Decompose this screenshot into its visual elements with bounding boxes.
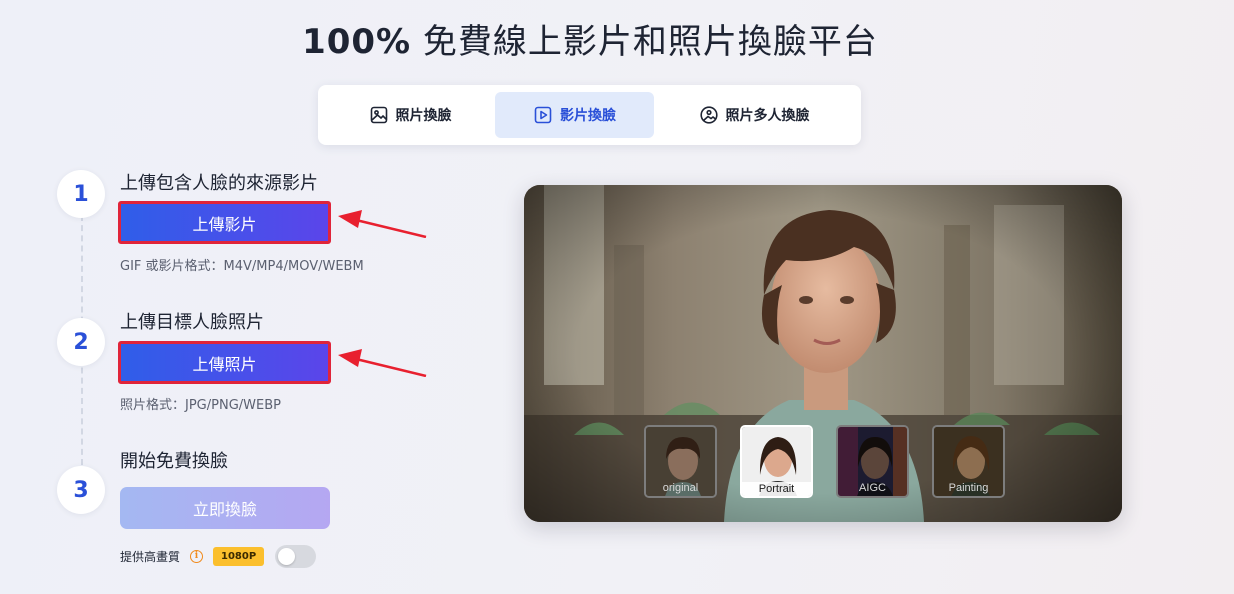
step-1-label: 上傳包含人臉的來源影片 [120,173,318,194]
page-title-text: 免費線上影片和照片換臉平台 [411,22,878,62]
photo-format-hint: 照片格式：JPG/PNG/WEBP [120,398,281,413]
high-quality-row: 提供高畫質 i 1080P [120,544,317,568]
thumb-caption: Portrait [742,482,811,496]
style-thumbnails: original Portrait AIGC Painting [644,425,1005,498]
video-format-hint: GIF 或影片格式：M4V/MP4/MOV/WEBM [120,259,364,274]
upload-video-button[interactable]: 上傳影片 [118,201,331,244]
step-number-3: 3 [57,466,105,514]
high-quality-label: 提供高畫質 [120,549,181,564]
step-3-label: 開始免費換臉 [120,451,228,472]
tab-label: 影片換臉 [560,108,616,124]
high-quality-toggle[interactable] [275,544,317,568]
tab-video-face-swap[interactable]: 影片換臉 [495,92,654,138]
image-icon [370,106,387,124]
red-arrow-icon [338,349,427,377]
style-thumb-aigc[interactable]: AIGC [836,425,909,498]
tab-label: 照片換臉 [395,108,452,124]
tab-label: 照片多人換臉 [725,108,810,124]
toggle-knob [278,547,296,565]
multi-face-image-icon [699,106,718,124]
thumb-caption: Painting [948,482,989,494]
start-face-swap-button[interactable]: 立即換臉 [120,487,330,529]
step-number-1: 1 [57,170,105,218]
resolution-badge: 1080P [213,546,265,566]
info-icon[interactable]: i [190,549,204,563]
preview-image: original Portrait AIGC Painting [524,185,1122,522]
step-2-label: 上傳目標人臉照片 [120,312,264,333]
tab-photo-face-swap[interactable]: 照片換臉 [325,92,495,138]
red-arrow-icon [338,210,427,238]
style-thumb-painting[interactable]: Painting [932,425,1005,498]
step-number-2: 2 [57,318,105,366]
page-title: 100% 免費線上影片和照片換臉平台 [0,14,1180,63]
mode-tabs: 照片換臉 影片換臉 照片多人換臉 [318,85,861,145]
upload-photo-button[interactable]: 上傳照片 [118,341,331,384]
video-play-icon [534,106,552,124]
style-thumb-portrait[interactable]: Portrait [740,425,813,498]
tab-multi-face-swap[interactable]: 照片多人換臉 [654,92,854,138]
style-thumb-original[interactable]: original [644,425,717,498]
thumb-caption: AIGC [859,482,886,494]
thumb-caption: original [662,482,699,494]
page-title-percent: 100% [302,22,412,62]
